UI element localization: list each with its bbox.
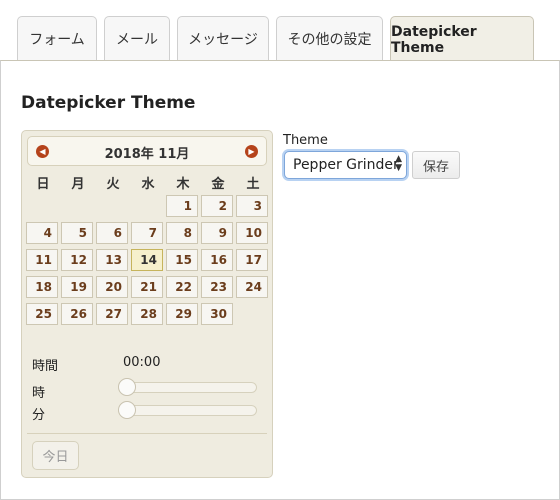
day-cell[interactable]: 8 xyxy=(166,222,198,244)
select-arrows-icon: ▲ ▼ xyxy=(395,154,402,173)
tab-message[interactable]: メッセージ xyxy=(177,16,269,61)
datepicker-header: ◀ 2018年 11月 ▶ xyxy=(27,136,267,166)
day-cell[interactable]: 10 xyxy=(236,222,268,244)
save-button[interactable]: 保存 xyxy=(412,151,460,179)
day-cell[interactable]: 21 xyxy=(131,276,163,298)
hour-slider-handle[interactable] xyxy=(118,378,136,396)
day-cell[interactable]: 27 xyxy=(96,303,128,325)
hour-label: 時 xyxy=(32,386,46,401)
day-cell[interactable]: 30 xyxy=(201,303,233,325)
day-cell[interactable]: 18 xyxy=(26,276,58,298)
day-cell[interactable]: 15 xyxy=(166,249,198,271)
minute-slider[interactable] xyxy=(118,401,257,419)
weekday-mon: 月 xyxy=(71,177,85,192)
weekday-fri: 金 xyxy=(211,177,225,192)
next-arrow-icon[interactable]: ▶ xyxy=(245,145,258,158)
tab-panel: Datepicker Theme ◀ 2018年 11月 ▶ 日 月 火 水 木… xyxy=(0,60,560,500)
day-cell[interactable]: 22 xyxy=(166,276,198,298)
weekday-sun: 日 xyxy=(36,177,50,192)
datepicker: ◀ 2018年 11月 ▶ 日 月 火 水 木 金 土 1 2 3 4 5 6 7 8 9 10 1… xyxy=(21,130,273,478)
day-cell[interactable]: 23 xyxy=(201,276,233,298)
today-button[interactable]: 今日 xyxy=(32,441,79,470)
tab-form[interactable]: フォーム xyxy=(17,16,97,61)
day-cell[interactable]: 5 xyxy=(61,222,93,244)
time-label: 時間 xyxy=(32,359,59,374)
day-cell[interactable]: 24 xyxy=(236,276,268,298)
tab-mail[interactable]: メール xyxy=(104,16,170,61)
weekday-tue: 火 xyxy=(106,177,120,192)
day-cell[interactable]: 4 xyxy=(26,222,58,244)
day-cell[interactable]: 16 xyxy=(201,249,233,271)
day-cell[interactable]: 11 xyxy=(26,249,58,271)
panel-title: Datepicker Theme xyxy=(21,93,196,113)
day-cell[interactable]: 2 xyxy=(201,195,233,217)
theme-label: Theme xyxy=(283,133,328,148)
tab-bar: フォーム メール メッセージ その他の設定 Datepicker Theme xyxy=(0,0,560,63)
day-cell-today[interactable]: 14 xyxy=(131,249,163,271)
weekday-thu: 木 xyxy=(176,177,190,192)
day-cell[interactable]: 20 xyxy=(96,276,128,298)
day-cell[interactable]: 1 xyxy=(166,195,198,217)
day-cell[interactable]: 29 xyxy=(166,303,198,325)
day-cell[interactable]: 9 xyxy=(201,222,233,244)
day-cell[interactable]: 6 xyxy=(96,222,128,244)
minute-label: 分 xyxy=(32,408,46,423)
day-cell[interactable]: 13 xyxy=(96,249,128,271)
hour-slider[interactable] xyxy=(118,378,257,396)
day-cell[interactable]: 3 xyxy=(236,195,268,217)
day-cell[interactable]: 28 xyxy=(131,303,163,325)
datepicker-divider xyxy=(27,433,267,434)
day-cell[interactable]: 26 xyxy=(61,303,93,325)
weekday-sat: 土 xyxy=(246,177,260,192)
tab-datepicker-theme[interactable]: Datepicker Theme xyxy=(390,16,534,63)
day-cell[interactable]: 19 xyxy=(61,276,93,298)
minute-slider-handle[interactable] xyxy=(118,401,136,419)
theme-select[interactable]: Pepper Grinder ▲ ▼ xyxy=(284,151,407,179)
day-cell[interactable]: 12 xyxy=(61,249,93,271)
day-cell[interactable]: 7 xyxy=(131,222,163,244)
theme-select-value: Pepper Grinder xyxy=(293,157,399,173)
day-cell[interactable]: 17 xyxy=(236,249,268,271)
tab-other-settings[interactable]: その他の設定 xyxy=(276,16,383,61)
weekday-wed: 水 xyxy=(141,177,155,192)
datepicker-month-title: 2018年 11月 xyxy=(104,147,190,162)
day-cell[interactable]: 25 xyxy=(26,303,58,325)
time-value: 00:00 xyxy=(123,355,161,370)
